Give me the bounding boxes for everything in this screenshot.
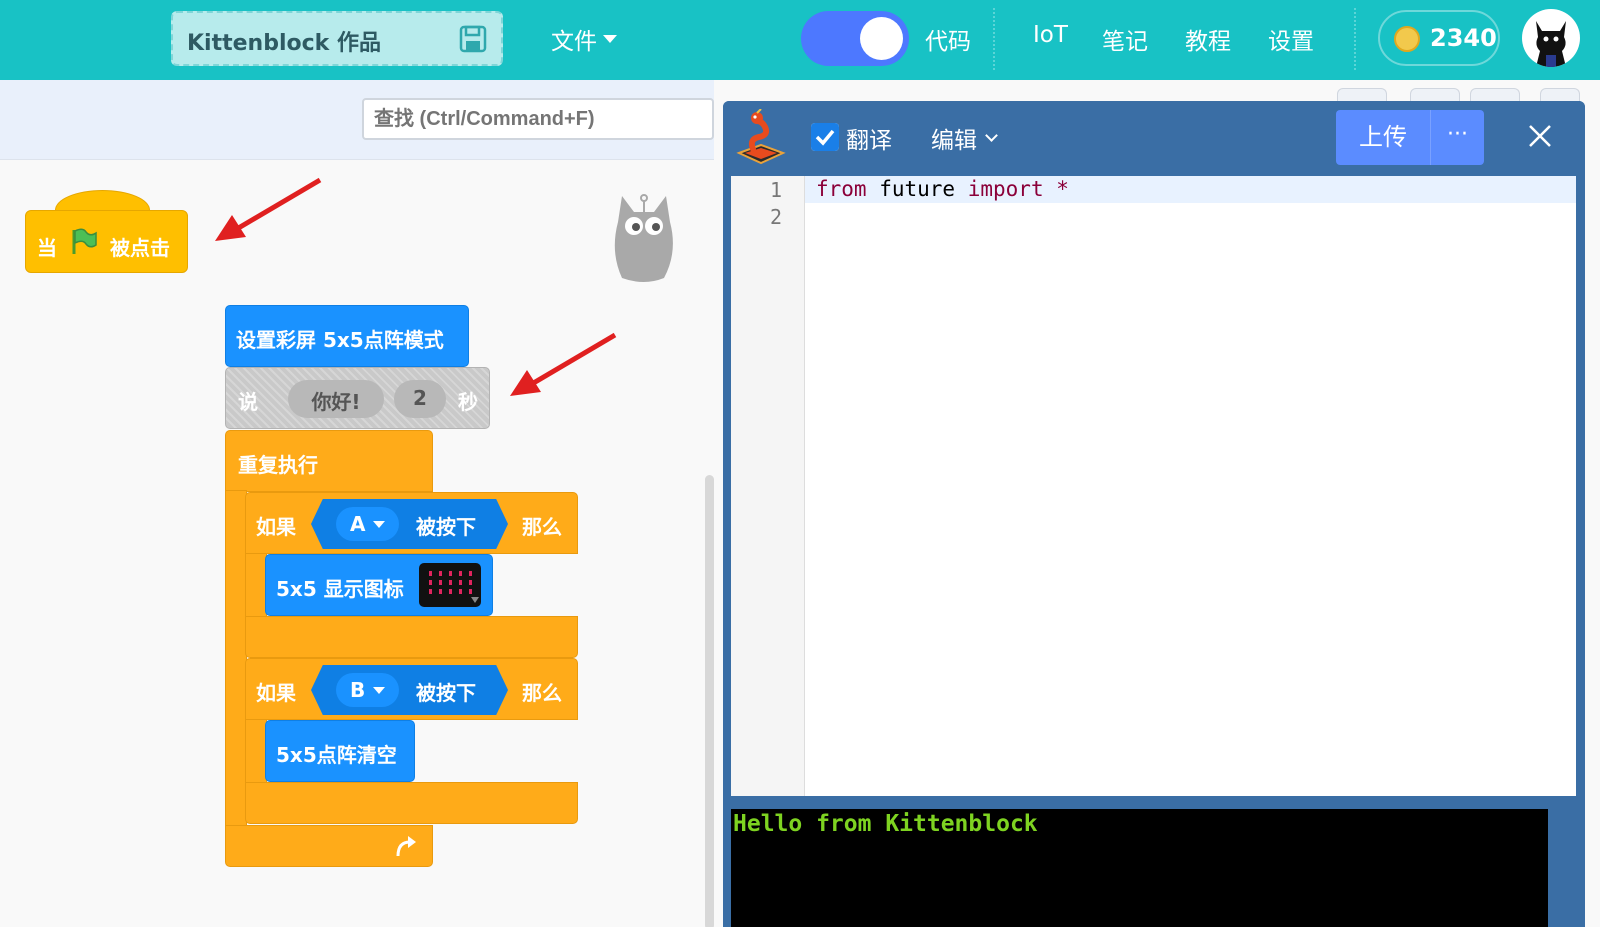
forever-block[interactable]: 重复执行 (225, 430, 433, 492)
code-keyword: from (816, 177, 867, 201)
top-bar: Kittenblock 作品 文件 代码 IoT 笔记 教程 设置 2340 (0, 0, 1600, 80)
upload-button[interactable]: 上传 (1336, 110, 1430, 165)
line-number-gutter: 1 2 (731, 176, 805, 796)
if-b-arm (245, 719, 267, 783)
line-number: 1 (769, 178, 782, 202)
show-icon-block[interactable]: 5x5 显示图标 (265, 554, 493, 616)
workspace-scrollbar[interactable] (705, 475, 714, 927)
key-a-pressed-condition[interactable]: A 被按下 (311, 499, 508, 549)
clear-matrix-block[interactable]: 5x5点阵清空 (265, 720, 415, 782)
code-editor[interactable]: 1 2 from future import * (731, 176, 1576, 796)
chevron-down-icon (985, 128, 998, 142)
workspace-toolbar (0, 80, 714, 160)
file-menu[interactable]: 文件 (551, 22, 617, 56)
say-block[interactable]: 说 你好! 2 秒 (225, 367, 490, 429)
say-label: 说 (238, 390, 258, 414)
line-number: 2 (769, 205, 782, 229)
coin-count: 2340 (1430, 24, 1497, 52)
translate-label: 翻译 (846, 128, 892, 154)
translate-checkbox[interactable] (811, 123, 839, 151)
code-mode-toggle[interactable] (801, 11, 909, 66)
if-label: 如果 (256, 681, 296, 705)
if-a-arm (245, 553, 267, 617)
code-label[interactable]: 代码 (925, 22, 971, 56)
caret-down-icon (373, 686, 386, 694)
project-title-field[interactable]: Kittenblock 作品 (171, 11, 503, 66)
red-arrow-icon (215, 177, 322, 241)
toggle-knob (860, 17, 903, 60)
search-input[interactable] (362, 98, 714, 140)
nav-divider (993, 8, 995, 70)
green-flag-icon (72, 228, 97, 254)
code-keyword: import (967, 177, 1044, 201)
key-b-value: B (350, 678, 366, 702)
nav-settings[interactable]: 设置 (1268, 22, 1314, 56)
coin-icon (1394, 26, 1420, 52)
clear-matrix-label: 5x5点阵清空 (276, 743, 397, 767)
file-menu-label: 文件 (551, 29, 597, 55)
say-secs-input[interactable]: 2 (394, 380, 446, 418)
key-a-dropdown[interactable]: A (336, 507, 400, 541)
secs-label: 秒 (458, 390, 478, 414)
pressed-label: 被按下 (416, 515, 476, 539)
if-b-footer (245, 782, 578, 824)
clicked-label: 被点击 (110, 236, 170, 260)
then-label: 那么 (522, 681, 562, 705)
close-icon[interactable] (1525, 121, 1555, 151)
forever-label: 重复执行 (238, 453, 318, 477)
when-flag-clicked-block[interactable]: 当 被点击 (25, 190, 188, 273)
code-operator: * (1043, 177, 1069, 201)
say-text-input[interactable]: 你好! (288, 380, 384, 418)
key-b-pressed-condition[interactable]: B 被按下 (311, 665, 508, 715)
save-icon[interactable] (459, 25, 487, 53)
if-a-pressed-block[interactable]: 如果 A 被按下 那么 (245, 492, 578, 554)
caret-down-icon (373, 520, 386, 528)
red-arrow-icon (510, 332, 617, 396)
code-panel-header: 翻译 编辑 上传 ··· (723, 101, 1585, 176)
edit-menu-label: 编辑 (931, 128, 977, 154)
nav-notes[interactable]: 笔记 (1102, 22, 1148, 56)
key-b-dropdown[interactable]: B (336, 673, 400, 707)
serial-console[interactable]: Hello from Kittenblock (731, 809, 1548, 927)
coin-balance[interactable]: 2340 (1378, 10, 1500, 66)
pressed-label: 被按下 (416, 681, 476, 705)
edit-menu[interactable]: 编辑 (931, 121, 998, 155)
caret-down-icon (603, 35, 617, 43)
set-matrix-mode-label: 设置彩屏 5x5点阵模式 (236, 328, 444, 352)
console-output: Hello from Kittenblock (733, 811, 1038, 837)
when-label: 当 (37, 236, 57, 260)
forever-arm (225, 490, 247, 827)
nav-divider (1354, 8, 1356, 70)
cat-avatar-icon (1536, 21, 1566, 67)
code-module: future (866, 177, 968, 201)
if-b-pressed-block[interactable]: 如果 B 被按下 那么 (245, 658, 578, 720)
more-options-button[interactable]: ··· (1430, 110, 1484, 165)
nav-tutorials[interactable]: 教程 (1185, 22, 1231, 56)
then-label: 那么 (522, 515, 562, 539)
if-label: 如果 (256, 515, 296, 539)
snake-logo-icon (736, 109, 786, 165)
key-a-value: A (350, 512, 366, 536)
python-code-panel: 翻译 编辑 上传 ··· 1 2 from future import * He… (723, 101, 1585, 927)
if-a-footer (245, 616, 578, 658)
forever-footer (225, 825, 433, 867)
avatar[interactable] (1522, 9, 1580, 67)
kitten-mascot-icon (614, 194, 673, 282)
code-line: from future import * (816, 177, 1069, 201)
project-title: Kittenblock 作品 (187, 31, 381, 56)
set-matrix-mode-block[interactable]: 设置彩屏 5x5点阵模式 (225, 305, 469, 367)
nav-iot[interactable]: IoT (1033, 22, 1068, 48)
loop-arrow-icon (396, 836, 416, 857)
led-matrix-icon[interactable] (419, 563, 481, 607)
checkmark-icon (811, 123, 839, 151)
show-icon-label: 5x5 显示图标 (276, 577, 404, 601)
